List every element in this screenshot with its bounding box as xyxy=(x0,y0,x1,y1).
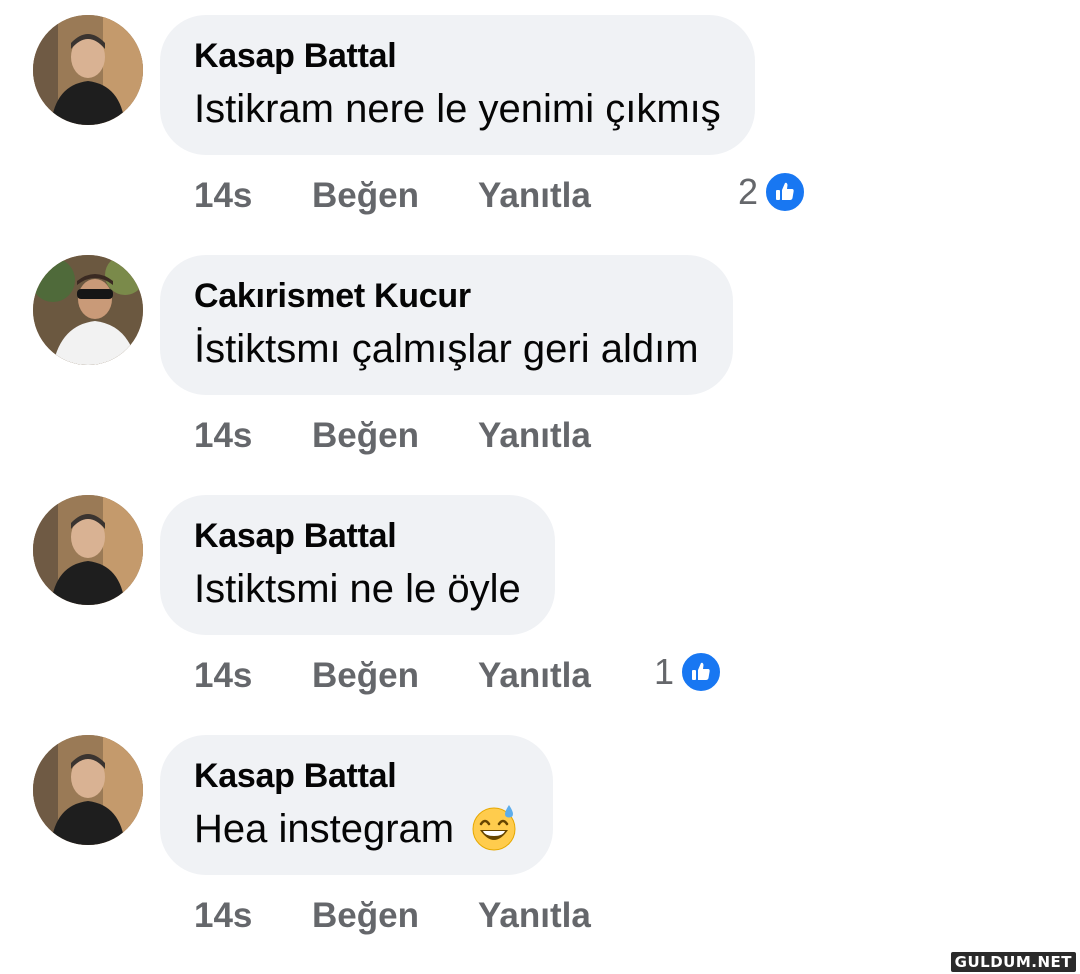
comment-timestamp[interactable]: 14s xyxy=(194,880,252,952)
watermark: GULDUM.NET xyxy=(950,952,1076,972)
reply-button[interactable]: Yanıtla xyxy=(478,880,591,952)
avatar[interactable] xyxy=(33,15,143,125)
comment-text: Istikram nere le yenimi çıkmış xyxy=(194,87,721,131)
comment-timestamp[interactable]: 14s xyxy=(194,160,252,232)
comment-author[interactable]: Cakırismet Kucur xyxy=(194,275,699,317)
comment-item: Kasap Battal Istiktsmi ne le öyle 14s Be… xyxy=(0,480,1080,710)
reply-button[interactable]: Yanıtla xyxy=(478,640,591,712)
reaction-count: 2 xyxy=(738,171,759,212)
like-button[interactable]: Beğen xyxy=(312,400,419,472)
avatar[interactable] xyxy=(33,255,143,365)
avatar[interactable] xyxy=(33,735,143,845)
comment-bubble: Kasap Battal Hea instegram xyxy=(160,735,554,875)
reaction-count: 1 xyxy=(654,651,675,692)
avatar-photo-icon xyxy=(33,495,143,605)
comment-text: Istiktsmi ne le öyle xyxy=(194,567,521,611)
comment-bubble: Kasap Battal Istiktsmi ne le öyle xyxy=(160,495,555,635)
comment-author[interactable]: Kasap Battal xyxy=(194,755,519,797)
avatar-photo-icon xyxy=(33,255,143,365)
thumbs-up-icon xyxy=(764,171,807,213)
comment-bubble: Cakırismet Kucur İstiktsmı çalmışlar ger… xyxy=(160,255,733,395)
comment-timestamp[interactable]: 14s xyxy=(194,400,252,472)
avatar[interactable] xyxy=(33,495,143,605)
avatar-photo-icon xyxy=(33,15,143,125)
avatar-photo-icon xyxy=(33,735,143,845)
comment-item: Cakırismet Kucur İstiktsmı çalmışlar ger… xyxy=(0,240,1080,470)
reaction-summary[interactable]: 1 xyxy=(654,651,723,693)
comment-timestamp[interactable]: 14s xyxy=(194,640,252,712)
comment-text: İstiktsmı çalmışlar geri aldım xyxy=(194,327,699,371)
comment-author[interactable]: Kasap Battal xyxy=(194,35,721,77)
reply-button[interactable]: Yanıtla xyxy=(478,400,591,472)
reply-button[interactable]: Yanıtla xyxy=(478,160,591,232)
comment-author[interactable]: Kasap Battal xyxy=(194,515,521,557)
like-button[interactable]: Beğen xyxy=(312,640,419,712)
comment-text: Hea instegram xyxy=(194,801,519,857)
like-button[interactable]: Beğen xyxy=(312,160,419,232)
comment-item: Kasap Battal Istikram nere le yenimi çık… xyxy=(0,0,1080,230)
comment-text-content: Hea instegram xyxy=(194,807,455,851)
comment-item: Kasap Battal Hea instegram 14s Beğen Yan… xyxy=(0,720,1080,950)
comment-bubble: Kasap Battal Istikram nere le yenimi çık… xyxy=(160,15,755,155)
grinning-sweat-emoji-icon xyxy=(469,802,519,852)
thumbs-up-icon xyxy=(680,651,723,693)
like-button[interactable]: Beğen xyxy=(312,880,419,952)
reaction-summary[interactable]: 2 xyxy=(738,171,807,213)
